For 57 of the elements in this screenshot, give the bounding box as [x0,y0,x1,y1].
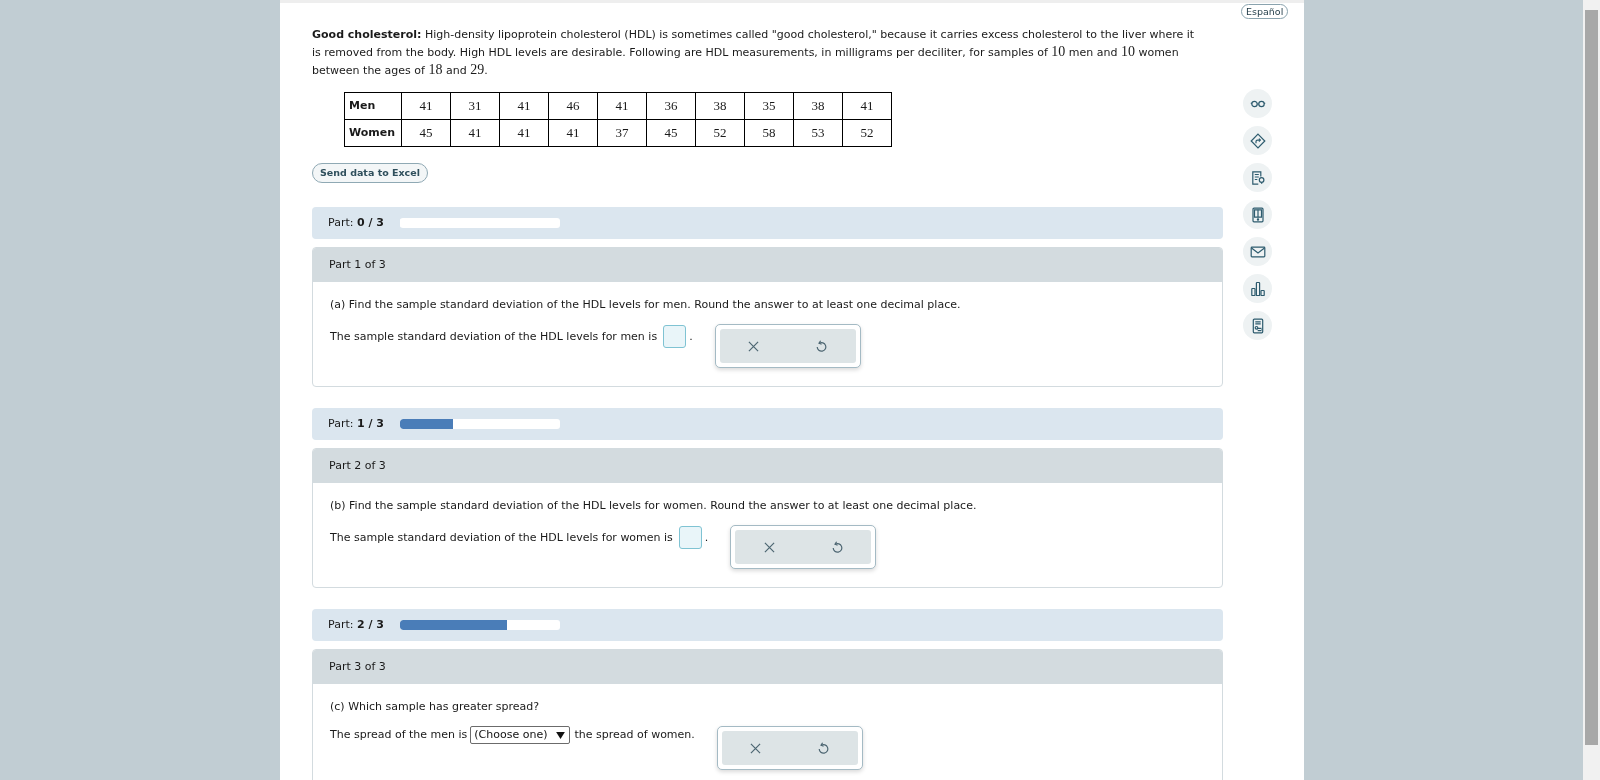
table-cell: 38 [793,92,843,120]
table-cell: 37 [597,119,647,147]
table-cell: 45 [401,119,451,147]
table-cell: 35 [744,92,794,120]
caret-icon [555,731,565,739]
undo-icon[interactable] [831,541,843,553]
question-text: (c) Which sample has greater spread? [330,699,541,715]
table-cell: 41 [842,92,892,120]
question-text: (b) Find the sample standard deviation of the HDL levels for women. Round the answer to at least one decimal place. [330,498,978,514]
answer-suffix: the spread of women. [574,727,695,743]
question-text: (a) Find the sample standard deviation of the HDL levels for men. Round the answer to at least one decimal place. [330,297,962,313]
table-cell: 46 [548,92,598,120]
answer-suffix: . [689,329,693,345]
answer-prompt: The sample standard deviation of the HDL levels for men is [330,329,658,345]
undo-icon[interactable] [818,742,830,754]
x-icon[interactable] [750,742,762,754]
part-title: Part 1 of 3 [329,256,386,273]
answer-prompt: The sample standard deviation of the HDL levels for women is [330,530,673,546]
mail-icon[interactable] [1243,237,1272,266]
table-cell: 36 [646,92,696,120]
table-cell: 41 [499,92,549,120]
row-header: Men [344,92,402,120]
progress-label: Part: 2 / 3 [328,616,384,633]
table-cell: 38 [695,92,745,120]
table-cell: 41 [597,92,647,120]
x-icon[interactable] [748,340,760,352]
answer-field[interactable] [663,325,687,348]
table-cell: 52 [842,119,892,147]
table-cell: 45 [646,119,696,147]
table-cell: 58 [744,119,794,147]
row-header: Women [344,119,402,147]
table-cell: 53 [793,119,843,147]
bar-chart-icon[interactable] [1243,274,1272,303]
document-bulb-icon[interactable] [1243,163,1272,192]
send-to-excel-button[interactable]: Send data to Excel [312,163,428,183]
table-cell: 41 [499,119,549,147]
progress-label: Part: 1 / 3 [328,415,384,432]
answer-suffix: . [704,530,709,546]
language-button[interactable]: Español [1241,4,1289,19]
part-title: Part 3 of 3 [329,658,386,675]
scrollbar-thumb[interactable] [1585,10,1598,745]
table-cell: 41 [450,119,500,147]
intro-paragraph: Good cholesterol: High-density lipoprotein cholesterol (HDL) is sometimes called "good cholesterol," because it carries excess cholesterol to the liver where it is removed from the body. High HDL levels are desirable. Following are HDL measurements, in milligrams per deciliter, for samples of 10 men and 10 women between the ages of 18 and 29. [312,27,1196,79]
glasses-icon[interactable] [1243,89,1272,118]
tablet-book-icon[interactable] [1243,200,1272,229]
choice-dropdown[interactable]: (Choose one) [470,726,570,744]
x-icon[interactable] [763,541,775,553]
answer-field[interactable] [678,526,702,549]
part-title: Part 2 of 3 [329,457,386,474]
undo-icon[interactable] [816,340,828,352]
table-cell: 41 [548,119,598,147]
table-cell: 52 [695,119,745,147]
document-shapes-icon[interactable] [1243,311,1272,340]
table-cell: 41 [401,92,451,120]
table-cell: 31 [450,92,500,120]
progress-label: Part: 0 / 3 [328,214,384,231]
answer-prompt: The spread of the men is [330,727,468,743]
